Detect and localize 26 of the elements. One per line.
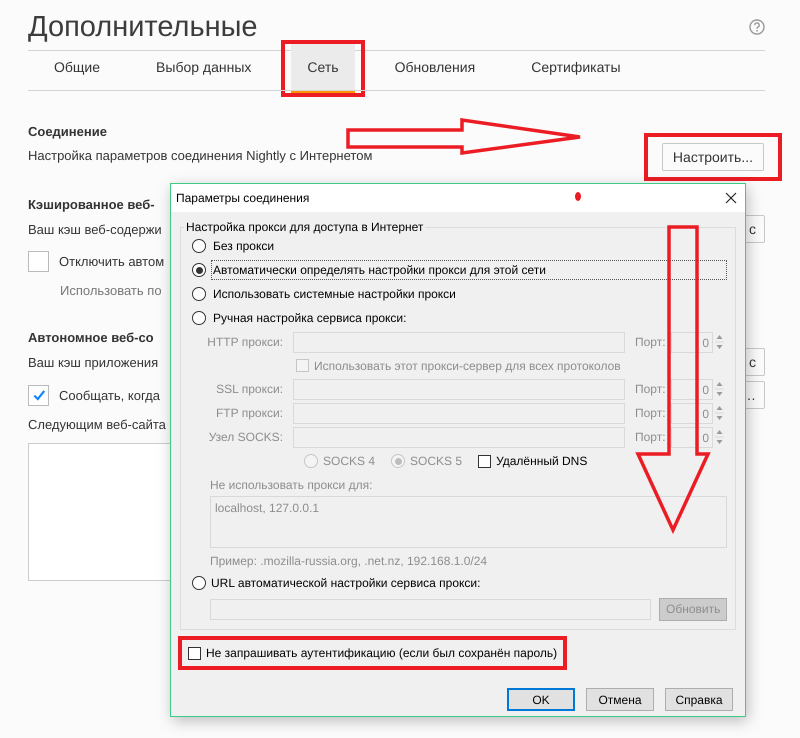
field-label: HTTP прокси: xyxy=(207,335,283,349)
field-label: Порт: xyxy=(635,382,666,396)
group-legend: Настройка прокси для доступа в Интернет xyxy=(184,220,426,234)
checkbox-label: Сообщать, когда xyxy=(59,388,160,402)
field-label: FTP прокси: xyxy=(216,406,283,420)
checkbox-label: Удалённый DNS xyxy=(496,454,588,468)
list-label: Следующим веб-сайта xyxy=(28,416,166,432)
hint-text: Пример: .mozilla-russia.org, .net.nz, 192.168.1.0/24 xyxy=(210,553,488,570)
note-text: Использовать по xyxy=(60,282,162,298)
section-heading: Автономное веб-со xyxy=(28,330,154,345)
description-text: Ваш кэш приложения xyxy=(28,354,158,370)
field-label: Порт: xyxy=(635,406,666,420)
checkbox-label: Использовать этот прокси-сервер для всех протоколов xyxy=(314,358,621,372)
field-label: Порт: xyxy=(635,335,666,349)
page-title: Дополнительные xyxy=(28,10,258,44)
checkbox-label: Отключить автом xyxy=(59,254,164,268)
checkbox-label: Не запрашивать аутентификацию (если был сохранён пароль) xyxy=(206,646,558,660)
field-label: Узел SOCKS: xyxy=(208,430,283,444)
description-text: Настройка параметров соединения Nightly с Интернетом xyxy=(28,148,372,162)
section-heading: Соединение xyxy=(28,124,107,139)
description-text: Ваш кэш веб-содержи xyxy=(28,222,162,236)
field-label: Не использовать прокси для: xyxy=(210,477,374,493)
dialog-title: Параметры соединения xyxy=(176,191,310,205)
section-heading: Кэшированное веб- xyxy=(28,197,155,212)
field-label: Порт: xyxy=(635,430,666,444)
field-label: SSL прокси: xyxy=(216,382,283,396)
